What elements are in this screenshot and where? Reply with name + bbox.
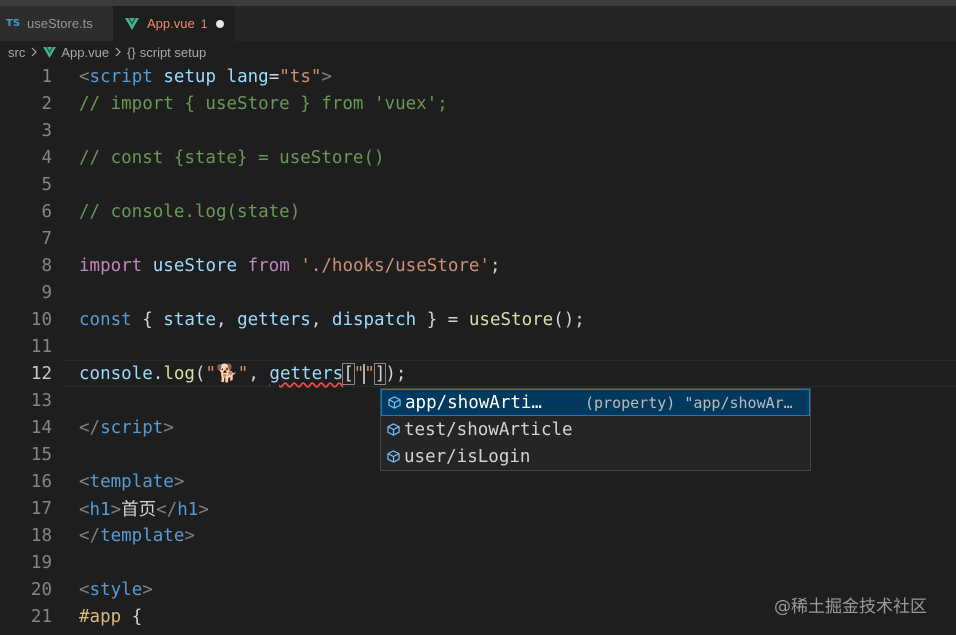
code-line-current: 12 console.log("🐕", getters[""]);: [0, 360, 956, 387]
line-code: <h1>首页</h1>: [79, 500, 209, 520]
vue-icon: [125, 17, 139, 30]
line-number: 18: [30, 525, 52, 546]
error-squiggle: getters: [269, 363, 344, 384]
code-line: 1 <script setup lang="ts">: [0, 63, 956, 90]
property-cube-icon: [386, 423, 400, 437]
code-line: 17 <h1>首页</h1>: [0, 495, 956, 522]
watermark: @稀土掘金技术社区: [774, 597, 927, 617]
chevron-right-icon: [30, 47, 38, 57]
line-number: 20: [30, 579, 52, 600]
line-code: // import { useStore } from 'vuex';: [79, 93, 448, 114]
line-code: </template>: [79, 525, 195, 546]
suggestion-label: test/showArticle: [404, 419, 573, 440]
braces-icon: {}: [127, 44, 136, 60]
line-number: 6: [41, 201, 52, 222]
code-line: 5: [0, 171, 956, 198]
line-number: 5: [41, 174, 52, 195]
line-number: 7: [41, 228, 52, 249]
suggest-widget: app/showArti… (property) "app/showAr… te…: [380, 388, 811, 471]
line-number: 3: [41, 120, 52, 141]
code-line: 11: [0, 333, 956, 360]
code-line: 4 // const {state} = useStore(): [0, 144, 956, 171]
line-code: <script setup lang="ts">: [79, 66, 332, 87]
suggestion-label: app/showArti…: [405, 392, 542, 413]
code-line: 7: [0, 225, 956, 252]
line-code: console.log("🐕", getters[""]);: [79, 362, 407, 385]
line-code: // console.log(state): [79, 201, 301, 222]
suggestion-item[interactable]: app/showArti… (property) "app/showAr…: [381, 389, 810, 416]
tab-usestore-ts[interactable]: TS useStore.ts: [0, 6, 113, 41]
line-code: import useStore from './hooks/useStore';: [79, 255, 501, 276]
line-number: 11: [30, 336, 52, 357]
line-number: 16: [30, 471, 52, 492]
tab-bar: TS useStore.ts App.vue 1: [0, 6, 956, 41]
property-cube-icon: [386, 450, 400, 464]
line-code: <template>: [79, 471, 185, 492]
error-count-badge: 1: [200, 16, 208, 31]
code-line: 16 <template>: [0, 468, 956, 495]
code-line: 3: [0, 117, 956, 144]
line-code: #app {: [79, 606, 143, 627]
line-code: const { state, getters, dispatch } = use…: [79, 309, 585, 330]
line-number: 12: [30, 363, 52, 384]
line-code: <style>: [79, 579, 153, 600]
unsaved-dot-icon[interactable]: [216, 19, 225, 28]
property-cube-icon: [387, 396, 401, 410]
line-number: 2: [41, 93, 52, 114]
line-number: 1: [41, 66, 52, 87]
code-line: 9: [0, 279, 956, 306]
line-number: 13: [30, 390, 52, 411]
code-line: 8 import useStore from './hooks/useStore…: [0, 252, 956, 279]
line-number: 8: [41, 255, 52, 276]
suggestion-item[interactable]: test/showArticle: [381, 416, 810, 443]
vue-icon: [43, 46, 57, 58]
code-editor[interactable]: 1 <script setup lang="ts"> 2 // import {…: [0, 63, 956, 635]
line-code: </script>: [79, 417, 174, 438]
line-number: 9: [41, 282, 52, 303]
code-line: 18 </template>: [0, 522, 956, 549]
line-number: 19: [30, 552, 52, 573]
line-number: 17: [30, 498, 52, 519]
breadcrumb-symbol[interactable]: script setup: [140, 45, 206, 60]
code-line: 6 // console.log(state): [0, 198, 956, 225]
code-line: 10 const { state, getters, dispatch } = …: [0, 306, 956, 333]
line-number: 21: [30, 606, 52, 627]
line-number: 14: [30, 417, 52, 438]
breadcrumb-file[interactable]: App.vue: [61, 45, 109, 60]
suggestion-detail: (property) "app/showAr…: [585, 393, 793, 412]
tab-app-vue[interactable]: App.vue 1: [113, 6, 235, 41]
code-line: 2 // import { useStore } from 'vuex';: [0, 90, 956, 117]
chevron-right-icon: [114, 47, 122, 57]
breadcrumb: src App.vue {} script setup: [0, 41, 956, 63]
suggestion-label: user/isLogin: [404, 446, 531, 467]
line-number: 15: [30, 444, 52, 465]
tab-label: useStore.ts: [27, 16, 93, 31]
tab-label: App.vue: [147, 16, 195, 31]
line-code: // const {state} = useStore(): [79, 147, 385, 168]
breadcrumb-src[interactable]: src: [8, 45, 25, 60]
suggestion-item[interactable]: user/isLogin: [381, 443, 810, 470]
line-number: 10: [30, 309, 52, 330]
line-number: 4: [41, 147, 52, 168]
typescript-icon: TS: [6, 18, 21, 29]
code-line: 19: [0, 549, 956, 576]
